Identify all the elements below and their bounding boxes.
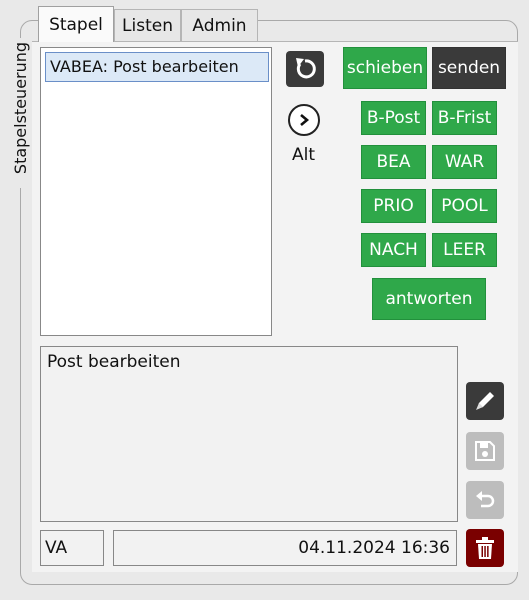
refresh-button[interactable] (286, 51, 324, 87)
list-item[interactable]: VABEA: Post bearbeiten (45, 52, 269, 82)
group-label-wrap: Stapelsteuerung (8, 38, 32, 188)
chevron-right-icon (300, 114, 310, 126)
group-label: Stapelsteuerung (11, 41, 30, 175)
save-icon (475, 441, 495, 461)
delete-button[interactable] (466, 529, 504, 567)
tab-stapel[interactable]: Stapel (38, 6, 114, 42)
tab-admin[interactable]: Admin (181, 9, 258, 41)
timestamp-field[interactable]: 04.11.2024 16:36 (113, 530, 457, 566)
war-button[interactable]: WAR (432, 145, 497, 179)
senden-button[interactable]: senden (432, 47, 506, 89)
alt-label: Alt (292, 145, 316, 165)
undo-button[interactable] (466, 481, 504, 519)
nach-button[interactable]: NACH (361, 233, 426, 267)
prio-button[interactable]: PRIO (361, 189, 426, 223)
leer-button[interactable]: LEER (432, 233, 497, 267)
trash-icon (476, 537, 494, 559)
pen-icon (476, 392, 494, 410)
edit-button[interactable] (466, 382, 504, 420)
pool-button[interactable]: POOL (432, 189, 497, 223)
user-field[interactable]: VA (40, 530, 104, 566)
antworten-button[interactable]: antworten (372, 278, 486, 320)
b-frist-button[interactable]: B-Frist (432, 101, 497, 135)
stapel-list[interactable]: VABEA: Post bearbeiten (40, 47, 272, 336)
refresh-icon (296, 58, 316, 79)
next-button[interactable] (288, 104, 320, 136)
undo-icon (476, 491, 495, 508)
tab-listen[interactable]: Listen (114, 9, 181, 41)
b-post-button[interactable]: B-Post (361, 101, 426, 135)
detail-textbox[interactable]: Post bearbeiten (40, 346, 458, 522)
save-button[interactable] (466, 432, 504, 470)
schieben-button[interactable]: schieben (343, 47, 427, 89)
bea-button[interactable]: BEA (361, 145, 426, 179)
